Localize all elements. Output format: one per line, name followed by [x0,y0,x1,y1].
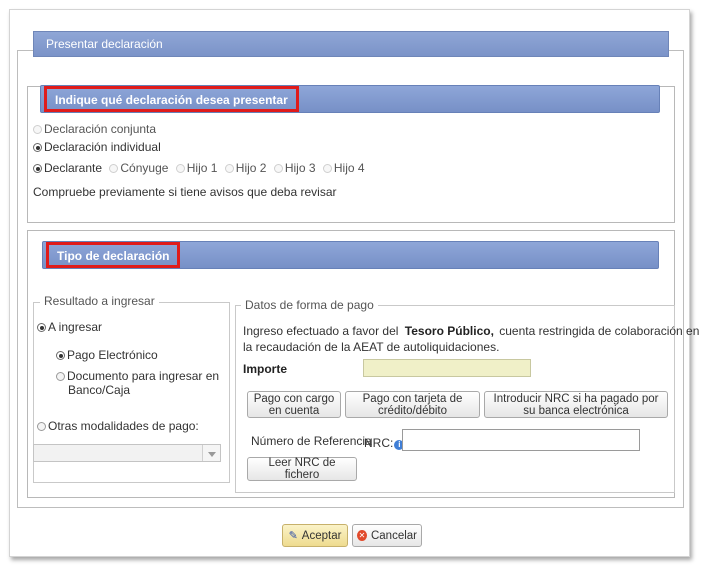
payment-desc-bold: Tesoro Público, [404,324,494,338]
label-conyuge: Cónyuge [120,161,169,175]
cancel-button[interactable]: ✕ Cancelar [352,524,422,547]
payment-desc-pre: Ingreso efectuado a favor del [243,324,399,338]
pago-tarjeta-button[interactable]: Pago con tarjeta de crédito/débito [345,391,480,418]
pago-cargo-button[interactable]: Pago con cargo en cuenta [247,391,341,418]
radio-conjunta[interactable] [33,125,42,134]
pago-cargo-label: Pago con cargo en cuenta [253,392,335,417]
label-declarante: Declarante [44,161,103,175]
payment-description-line2: la recaudación de la AEAT de autoliquida… [243,340,500,354]
pago-tarjeta-label: Pago con tarjeta de crédito/débito [362,392,463,417]
payment-desc-post: cuenta restringida de colaboración en [499,324,700,338]
person-declarante[interactable]: Declarante [33,161,102,175]
radio-pago-electronico[interactable] [56,351,65,360]
label-hijo1: Hijo 1 [186,161,218,175]
payment-description: Ingreso efectuado a favor del Tesoro Púb… [243,324,699,338]
option-documento[interactable]: Documento para ingresar en [56,369,219,383]
radio-otras[interactable] [37,422,46,431]
nrc-label-text: NRC: [364,436,394,450]
cancel-icon: ✕ [357,530,367,541]
payment-legend: Datos de forma de pago [241,298,378,312]
person-hijo2[interactable]: Hijo 2 [224,161,267,175]
option-conjunta[interactable]: Declaración conjunta [33,122,156,136]
label-hijo2: Hijo 2 [235,161,267,175]
radio-a-ingresar[interactable] [37,323,46,332]
ref-label: Número de Referencia [251,434,372,448]
person-conyuge[interactable]: Cónyuge [109,161,168,175]
label-hijo4: Hijo 4 [333,161,365,175]
radio-hijo2[interactable] [224,164,234,173]
accept-icon: ✎ [288,529,298,542]
nrc-input[interactable] [402,429,640,451]
radio-declarante[interactable] [33,164,42,173]
label-hijo3: Hijo 3 [284,161,316,175]
leer-nrc-button[interactable]: Leer NRC de fichero [247,457,357,481]
notice-text: Compruebe previamente si tiene avisos qu… [33,185,337,199]
nrc-label: NRC: i [364,436,405,450]
radio-individual[interactable] [33,143,42,152]
option-documento-line2: Banco/Caja [68,383,131,397]
option-otras[interactable]: Otras modalidades de pago: [37,419,199,433]
radio-documento[interactable] [56,372,65,381]
radio-hijo1[interactable] [175,164,185,173]
accept-button[interactable]: ✎ Aceptar [282,524,348,547]
importe-input[interactable] [363,359,531,377]
radio-hijo4[interactable] [322,164,332,173]
otras-modalidades-select[interactable] [33,444,221,462]
window-title: Presentar declaración [33,31,669,57]
person-radio-group: Declarante Cónyuge Hijo 1 Hijo 2 Hijo 3 … [33,161,365,175]
cancel-label: Cancelar [370,529,417,542]
type-header-label: Tipo de declaración [46,242,181,268]
declaration-header-label: Indique qué declaración desea presentar [44,86,299,112]
radio-conyuge[interactable] [109,164,119,173]
radio-hijo3[interactable] [273,164,283,173]
introducir-nrc-button[interactable]: Introducir NRC si ha pagado por su banca … [484,391,668,418]
chevron-down-icon[interactable] [202,445,220,461]
introducir-nrc-label: Introducir NRC si ha pagado por su banca … [493,392,659,417]
option-pago-electronico[interactable]: Pago Electrónico [56,348,158,362]
person-hijo4[interactable]: Hijo 4 [322,161,365,175]
accept-label: Aceptar [301,529,342,542]
importe-label: Importe [243,362,288,376]
person-hijo3[interactable]: Hijo 3 [273,161,316,175]
person-hijo1[interactable]: Hijo 1 [175,161,218,175]
option-a-ingresar[interactable]: A ingresar [37,320,102,334]
option-individual[interactable]: Declaración individual [33,140,161,154]
result-legend: Resultado a ingresar [40,294,159,308]
